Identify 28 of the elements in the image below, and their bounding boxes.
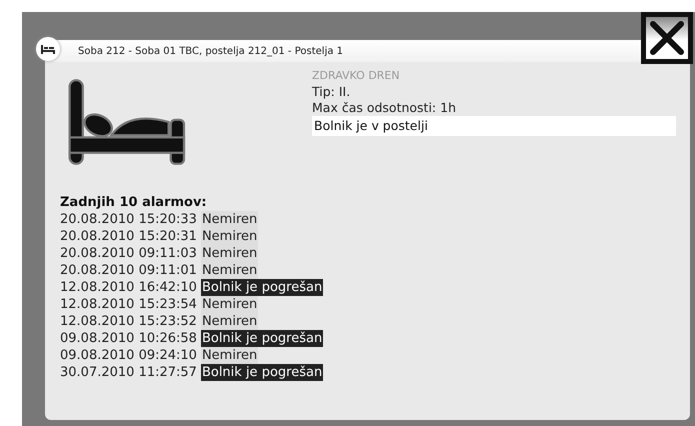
alarm-message: Nemiren: [200, 296, 258, 313]
alarm-time: 20.08.2010 09:11:01: [60, 262, 197, 279]
alarm-time: 20.08.2010 09:11:03: [60, 245, 197, 262]
alarm-message: Nemiren: [200, 211, 258, 228]
alarm-message: Nemiren: [200, 313, 258, 330]
patient-name: ZDRAVKO DREN: [312, 68, 401, 84]
alarm-message: Nemiren: [200, 262, 258, 279]
patient-status: Bolnik je v postelji: [312, 116, 676, 136]
alarm-time: 12.08.2010 16:42:10: [60, 279, 197, 296]
alarm-message: Bolnik je pogrešan: [200, 364, 324, 381]
max-absence-time: Max čas odsotnosti: 1h: [312, 100, 457, 116]
alarm-message: Bolnik je pogrešan: [200, 279, 324, 296]
alarm-time: 20.08.2010 15:20:31: [60, 228, 197, 245]
alarm-time: 30.07.2010 11:27:57: [60, 364, 197, 381]
alarm-time: 12.08.2010 15:23:52: [60, 313, 197, 330]
alarm-message: Nemiren: [200, 245, 258, 262]
alarm-message: Nemiren: [200, 228, 258, 245]
alarm-message: Bolnik je pogrešan: [200, 330, 324, 347]
dialog-title: Soba 212 - Soba 01 TBC, postelja 212_01 - Postelja 1: [78, 46, 344, 56]
alarm-time: 12.08.2010 15:23:54: [60, 296, 197, 313]
alarm-message: Nemiren: [200, 347, 258, 364]
alarm-time: 09.08.2010 09:24:10: [60, 347, 197, 364]
patient-type: Tip: II.: [312, 84, 352, 100]
bed-icon: [36, 37, 60, 61]
close-button[interactable]: [641, 12, 693, 64]
alarms-heading: Zadnjih 10 alarmov:: [60, 194, 207, 211]
alarm-time: 09.08.2010 10:26:58: [60, 330, 197, 347]
alarm-time: 20.08.2010 15:20:33: [60, 211, 197, 228]
